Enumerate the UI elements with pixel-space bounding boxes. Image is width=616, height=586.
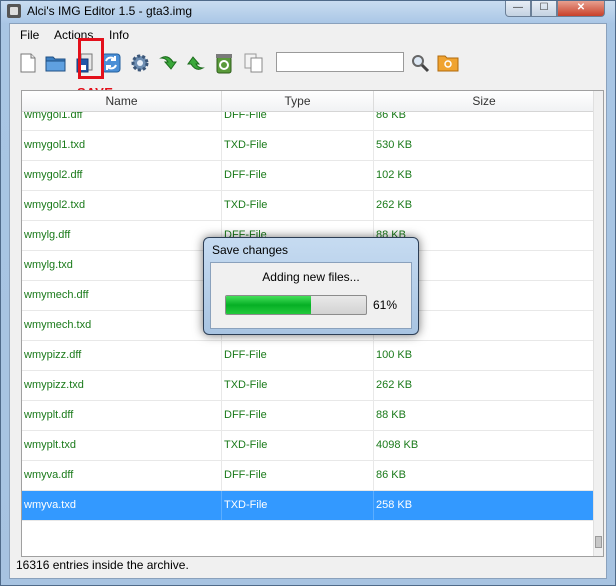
cell-type: TXD-File xyxy=(222,491,374,520)
dialog-message: Adding new files... xyxy=(262,270,360,284)
menu-info[interactable]: Info xyxy=(109,28,129,42)
cell-size: 262 KB xyxy=(374,191,595,220)
cell-name: wmyplt.dff xyxy=(22,401,222,430)
save-highlight-box xyxy=(78,38,104,79)
cell-size: 100 KB xyxy=(374,341,595,370)
cell-size: 102 KB xyxy=(374,161,595,190)
table-row[interactable]: wmygol1.txd TXD-File 530 KB xyxy=(22,131,595,161)
cell-name: wmylg.dff xyxy=(22,221,222,250)
cell-size: 4098 KB xyxy=(374,431,595,460)
title-bar[interactable]: Alci's IMG Editor 1.5 - gta3.img — ☐ ✕ xyxy=(1,1,615,23)
cell-name: wmygol2.txd xyxy=(22,191,222,220)
orange-folder-icon[interactable] xyxy=(436,51,460,75)
cell-size: 88 KB xyxy=(374,401,595,430)
cell-size: 258 KB xyxy=(374,491,595,520)
new-file-icon[interactable] xyxy=(16,51,40,75)
cell-name: wmygol1.txd xyxy=(22,131,222,160)
cell-type: DFF-File xyxy=(222,161,374,190)
cell-type: DFF-File xyxy=(222,461,374,490)
cell-name: wmyplt.txd xyxy=(22,431,222,460)
cell-type: TXD-File xyxy=(222,371,374,400)
cell-type: DFF-File xyxy=(222,401,374,430)
cell-name: wmypizz.txd xyxy=(22,371,222,400)
dialog-title: Save changes xyxy=(212,243,289,257)
gear-icon[interactable] xyxy=(128,51,152,75)
table-row[interactable]: wmygol2.txd TXD-File 262 KB xyxy=(22,191,595,221)
window-title: Alci's IMG Editor 1.5 - gta3.img xyxy=(27,4,193,18)
save-changes-dialog: Save changes Adding new files... 61% xyxy=(203,237,419,335)
cell-name: wmymech.txd xyxy=(22,311,222,340)
maximize-button[interactable]: ☐ xyxy=(531,1,557,17)
cell-name: wmyva.txd xyxy=(22,491,222,520)
cell-type: DFF-File xyxy=(222,341,374,370)
table-row[interactable]: wmypizz.txd TXD-File 262 KB xyxy=(22,371,595,401)
column-header-size[interactable]: Size xyxy=(374,91,595,111)
scrollbar-thumb[interactable] xyxy=(595,536,602,548)
app-icon xyxy=(7,4,21,18)
cell-type: TXD-File xyxy=(222,131,374,160)
table-row[interactable]: wmyva.dff DFF-File 86 KB xyxy=(22,461,595,491)
cell-type: TXD-File xyxy=(222,191,374,220)
table-row[interactable]: wmyplt.txd TXD-File 4098 KB xyxy=(22,431,595,461)
recycle-icon[interactable] xyxy=(212,51,236,75)
status-bar: 16316 entries inside the archive. xyxy=(16,558,189,572)
table-row[interactable]: wmyva.txd TXD-File 258 KB xyxy=(22,491,595,521)
cell-size: 530 KB xyxy=(374,131,595,160)
column-header-type[interactable]: Type xyxy=(222,91,374,111)
progress-percent: 61% xyxy=(373,298,398,312)
minimize-button[interactable]: — xyxy=(505,1,531,17)
table-row[interactable]: wmygol2.dff DFF-File 102 KB xyxy=(22,161,595,191)
vertical-scrollbar[interactable] xyxy=(593,91,603,556)
cell-name: wmymech.dff xyxy=(22,281,222,310)
cell-name: wmylg.txd xyxy=(22,251,222,280)
search-input[interactable] xyxy=(276,52,404,72)
app-window: Alci's IMG Editor 1.5 - gta3.img — ☐ ✕ F… xyxy=(0,0,616,586)
cell-name: wmyva.dff xyxy=(22,461,222,490)
magnifier-icon[interactable] xyxy=(408,51,432,75)
copy-pages-icon[interactable] xyxy=(242,51,266,75)
close-button[interactable]: ✕ xyxy=(557,1,605,17)
table-row[interactable]: wmyplt.dff DFF-File 88 KB xyxy=(22,401,595,431)
column-header-name[interactable]: Name xyxy=(22,91,222,111)
green-arrow-down-icon[interactable] xyxy=(156,51,180,75)
dialog-body: Adding new files... 61% xyxy=(210,262,412,329)
progress-bar xyxy=(225,295,367,315)
cell-name: wmygol2.dff xyxy=(22,161,222,190)
green-arrow-up-icon[interactable] xyxy=(184,51,208,75)
list-header: Name Type Size xyxy=(22,91,595,112)
cell-size: 86 KB xyxy=(374,461,595,490)
cell-size: 262 KB xyxy=(374,371,595,400)
cell-type: TXD-File xyxy=(222,431,374,460)
progress-fill xyxy=(226,296,312,314)
table-row[interactable]: wmypizz.dff DFF-File 100 KB xyxy=(22,341,595,371)
cell-name: wmypizz.dff xyxy=(22,341,222,370)
open-folder-icon[interactable] xyxy=(44,51,68,75)
menu-file[interactable]: File xyxy=(20,28,39,42)
